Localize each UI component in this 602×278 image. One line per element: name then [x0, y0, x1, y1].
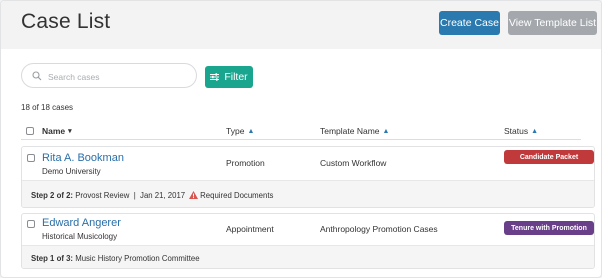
status-badge: Candidate Packet: [504, 150, 594, 164]
search-input[interactable]: [46, 66, 194, 87]
sort-desc-icon: ▾: [68, 128, 72, 135]
column-name-label: Name: [42, 126, 66, 136]
sort-icon: ▲︎: [531, 127, 539, 135]
case-type: Appointment: [226, 224, 274, 234]
select-all-checkbox[interactable]: [26, 127, 34, 135]
case-name-link[interactable]: Rita A. Bookman: [42, 152, 124, 164]
case-name-link[interactable]: Edward Angerer: [42, 217, 121, 229]
step-label: Step 1 of 3:: [31, 253, 74, 263]
column-header-type[interactable]: Type ▲︎: [226, 126, 254, 136]
step-label: Step 2 of 2:: [31, 190, 74, 200]
column-header-template[interactable]: Template Name ▲︎: [320, 126, 389, 136]
case-step-bar: Step 2 of 2: Provost Review | Jan 21, 20…: [22, 180, 594, 207]
column-type-label: Type: [226, 126, 245, 136]
warning-text: Required Documents: [200, 190, 274, 200]
column-status-label: Status: [504, 126, 529, 136]
page-header: Case List Create Case View Template List: [1, 1, 601, 49]
case-card[interactable]: Rita A. Bookman Demo University Promotio…: [21, 146, 595, 208]
create-case-button[interactable]: Create Case: [439, 11, 500, 35]
filter-button[interactable]: Filter: [205, 66, 253, 88]
case-step-bar: Step 1 of 3: Music History Promotion Com…: [22, 245, 594, 268]
row-checkbox[interactable]: [27, 220, 35, 228]
filter-label: Filter: [224, 71, 248, 83]
row-checkbox[interactable]: [27, 154, 35, 162]
column-header-name[interactable]: Name ▾: [42, 126, 72, 136]
case-template: Custom Workflow: [320, 158, 387, 168]
column-template-label: Template Name: [320, 126, 380, 136]
sort-icon: ▲︎: [382, 127, 390, 135]
sliders-icon: [210, 73, 220, 81]
case-department: Demo University: [42, 167, 101, 176]
status-badge: Tenure with Promotion: [504, 221, 594, 235]
warning-icon: [189, 191, 199, 199]
step-detail: Provost Review | Jan 21, 2017: [75, 190, 186, 200]
view-template-list-button[interactable]: View Template List: [508, 11, 597, 35]
step-detail: Music History Promotion Committee: [75, 253, 200, 263]
page-title: Case List: [21, 10, 111, 33]
case-template: Anthropology Promotion Cases: [320, 224, 438, 234]
case-count: 18 of 18 cases: [21, 103, 74, 112]
search-box[interactable]: [21, 63, 197, 88]
case-card[interactable]: Edward Angerer Historical Musicology App…: [21, 213, 595, 269]
sort-icon: ▲︎: [247, 127, 255, 135]
column-header-status[interactable]: Status ▲︎: [504, 126, 538, 136]
case-type: Promotion: [226, 158, 265, 168]
header-divider: [21, 139, 581, 140]
case-department: Historical Musicology: [42, 232, 118, 241]
case-list-panel: Case List Create Case View Template List…: [0, 0, 602, 278]
search-icon: [32, 71, 42, 81]
